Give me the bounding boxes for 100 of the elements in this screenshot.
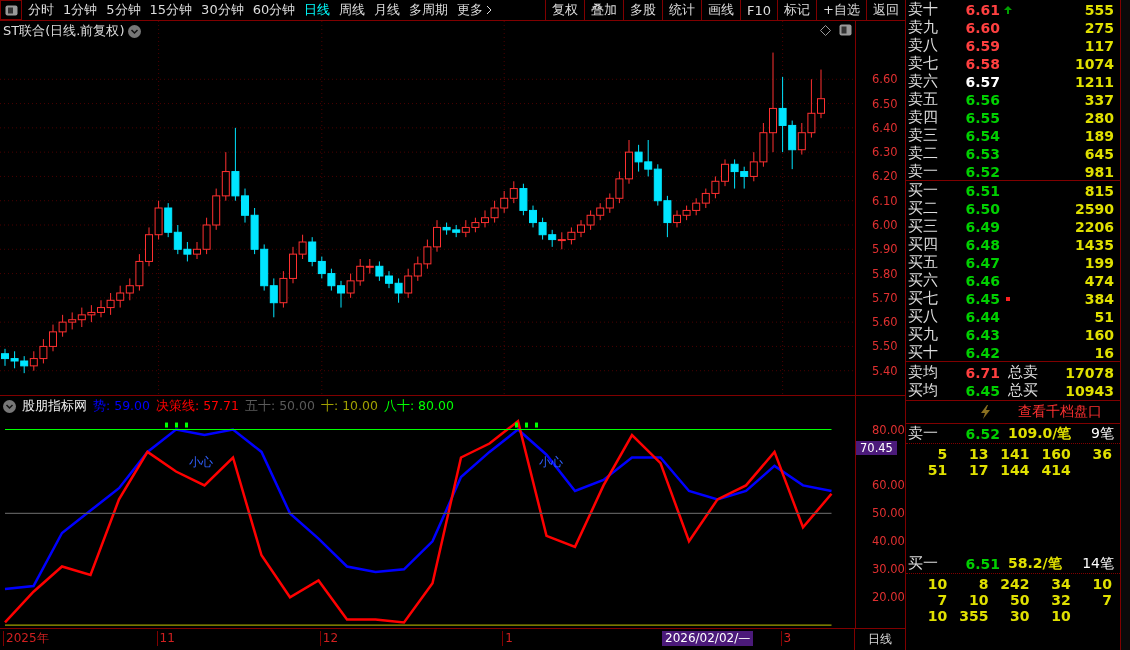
indicator-name: 股朋指标网 — [22, 398, 87, 415]
book-level-label: 买三 — [908, 217, 939, 236]
annotation-label: 小心 — [189, 454, 213, 469]
book-price: 6.45 — [964, 290, 1000, 307]
axis-tick-label: 60.00 — [872, 478, 905, 493]
date-label: 3 — [780, 631, 792, 646]
period-tab[interactable]: 多周期 — [409, 1, 449, 19]
book-volume: 337 — [1083, 91, 1114, 108]
book-volume: 815 — [1083, 182, 1114, 199]
period-tab[interactable]: 5分钟 — [106, 1, 141, 19]
period-tab[interactable]: 分时 — [28, 1, 54, 19]
period-tab[interactable]: 日线 — [304, 1, 331, 19]
book-price: 6.48 — [964, 236, 1000, 253]
book-price: 6.58 — [964, 55, 1000, 72]
queue-volume: 32 — [1050, 592, 1071, 608]
queue-volume: 141 — [999, 446, 1030, 462]
stock-title: ST联合(日线.前复权) — [3, 22, 125, 40]
book-volume: 555 — [1083, 1, 1114, 18]
legend-label: 十: 10.00 — [320, 398, 378, 415]
legend-label: 五十: 50.00 — [244, 398, 315, 415]
queue-count: 14笔 — [1081, 554, 1114, 573]
book-price: 6.49 — [964, 218, 1000, 235]
book-level-label: 卖二 — [908, 144, 939, 163]
cursor-value-label: 70.45 — [856, 441, 897, 455]
axis-tick-label: 5.40 — [872, 363, 898, 378]
queue-volume: 414 — [1040, 462, 1071, 478]
book-volume: 2590 — [1074, 200, 1114, 217]
book-volume: 160 — [1083, 326, 1114, 343]
period-tab[interactable]: 60分钟 — [252, 1, 296, 19]
queue-volume: 144 — [999, 462, 1030, 478]
date-label: 12 — [319, 631, 339, 646]
period-tab[interactable]: 15分钟 — [149, 1, 193, 19]
candlestick — [509, 180, 518, 204]
depth-link[interactable]: 查看千档盘口 — [1018, 403, 1102, 421]
axis-tick-label: 80.00 — [872, 422, 905, 437]
queue-volume: 355 — [958, 608, 989, 624]
cursor-date-label: 2026/02/02/— — [662, 631, 754, 646]
period-tab[interactable]: 周线 — [339, 1, 366, 19]
book-level-label: 卖三 — [908, 126, 939, 145]
book-level-label: 买二 — [908, 199, 939, 218]
book-level-label: 卖十 — [908, 0, 939, 19]
average-label: 卖均 — [908, 363, 939, 382]
queue-label: 卖一 — [908, 424, 939, 443]
book-price: 6.42 — [964, 344, 1000, 361]
book-level-label: 卖六 — [908, 72, 939, 91]
panel-icon — [4, 4, 18, 16]
book-volume: 1435 — [1074, 236, 1114, 253]
axis-tick-label: 40.00 — [872, 534, 905, 549]
book-volume: 199 — [1083, 254, 1114, 271]
dropdown-icon[interactable] — [3, 400, 16, 413]
period-tab[interactable]: 1分钟 — [63, 1, 98, 19]
total-volume: 17078 — [1064, 364, 1114, 381]
axis-tick-label: 6.10 — [872, 193, 898, 208]
axis-tick-label: 20.00 — [872, 590, 905, 605]
queue-volume: 7 — [1101, 592, 1112, 608]
book-volume: 280 — [1083, 109, 1114, 126]
queue-price: 6.51 — [964, 555, 1000, 572]
book-level-label: 卖四 — [908, 108, 939, 127]
axis-tick-label: 5.60 — [872, 315, 898, 330]
book-volume: 16 — [1093, 344, 1114, 361]
book-level-label: 买四 — [908, 235, 939, 254]
book-volume: 117 — [1083, 37, 1114, 54]
book-price: 6.46 — [964, 272, 1000, 289]
period-label[interactable]: 日线 — [855, 629, 905, 650]
book-price: 6.60 — [964, 19, 1000, 36]
average-price: 6.71 — [964, 364, 1000, 381]
period-tab[interactable]: 月线 — [374, 1, 401, 19]
queue-volume: 10 — [1091, 576, 1112, 592]
queue-price: 6.52 — [964, 425, 1000, 442]
queue-volume: 17 — [967, 462, 989, 478]
lightning-icon — [981, 405, 990, 419]
queue-volume: 51 — [926, 462, 948, 478]
date-label: 1 — [502, 631, 513, 646]
book-price: 6.56 — [964, 91, 1000, 108]
axis-tick-label: 30.00 — [872, 562, 905, 577]
panel-icon[interactable] — [839, 24, 852, 36]
period-tab[interactable]: 更多 — [457, 1, 493, 19]
queue-count: 9笔 — [1090, 424, 1114, 443]
book-volume: 474 — [1083, 272, 1114, 289]
legend-label: 决策线: 57.71 — [156, 398, 239, 415]
queue-volume: 13 — [967, 446, 989, 462]
book-volume: 981 — [1083, 163, 1114, 180]
layout-button[interactable] — [0, 0, 22, 20]
period-tab[interactable]: 30分钟 — [201, 1, 244, 19]
chevron-right-icon — [486, 5, 493, 15]
book-volume: 384 — [1083, 290, 1114, 307]
book-price: 6.52 — [964, 163, 1000, 180]
diamond-icon[interactable] — [820, 24, 831, 36]
date-label: 11 — [156, 631, 175, 646]
total-label: 总卖 — [1007, 363, 1039, 382]
candlestick — [308, 236, 317, 267]
book-price: 6.57 — [964, 73, 1000, 90]
book-volume: 645 — [1083, 145, 1114, 162]
queue-volume: 5 — [936, 446, 948, 462]
average-label: 买均 — [908, 381, 939, 400]
dropdown-icon[interactable] — [128, 24, 142, 38]
candlestick — [269, 277, 278, 318]
candlestick — [404, 268, 413, 299]
queue-volume: 50 — [1009, 592, 1030, 608]
queue-volume: 160 — [1040, 446, 1071, 462]
